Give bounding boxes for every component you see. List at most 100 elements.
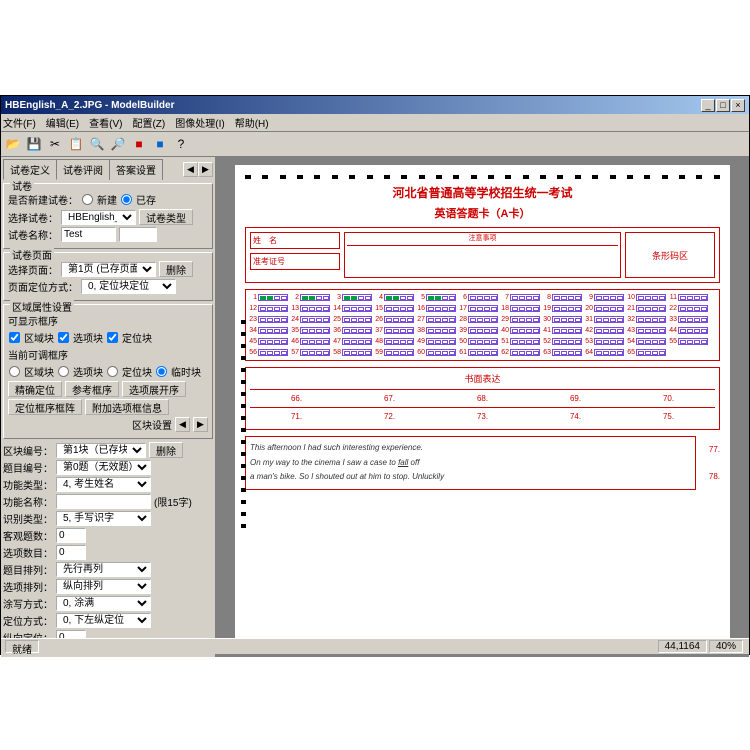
prop-btn-0[interactable]: 删除 [149, 442, 183, 458]
prop-input-5[interactable] [56, 528, 86, 543]
status-ready: 就绪 [5, 640, 39, 653]
status-coord: 44,1164 [658, 640, 707, 653]
group-page-legend: 试卷页面 [10, 247, 54, 262]
barcode-area: 条形码区 [625, 232, 715, 278]
prop-label-4: 识别类型： [3, 511, 53, 526]
select-page-label: 选择页面： [8, 262, 58, 277]
prop-select-9[interactable]: 0, 涂满 [56, 596, 151, 611]
menu-view[interactable]: 查看(V) [89, 115, 122, 130]
radio-exist[interactable] [121, 194, 132, 205]
maximize-button[interactable]: □ [716, 99, 730, 112]
sheet-subtitle: 英语答题卡（A卡） [245, 205, 720, 221]
check-option[interactable] [58, 332, 69, 343]
menu-edit[interactable]: 编辑(E) [46, 115, 79, 130]
zoom-out-icon[interactable]: 🔎 [108, 134, 128, 154]
new-exam-label: 是否新建试卷： [8, 192, 78, 207]
check-locate[interactable] [107, 332, 118, 343]
title-bar: HBEnglish_A_2.JPG - ModelBuilder _ □ × [1, 96, 749, 114]
prop-select-2[interactable]: 4, 考生姓名 [56, 477, 151, 492]
sidebar: 试卷定义 试卷评阅 答案设置 ◀ ▶ 试卷 是否新建试卷： 新建 已存 选择试卷… [1, 157, 216, 657]
prop-label-9: 涂写方式： [3, 596, 53, 611]
close-button[interactable]: × [731, 99, 745, 112]
essay-title: 书面表达 [250, 372, 715, 385]
select-exam[interactable]: HBEnglish_A [61, 210, 136, 225]
prop-label-1: 题目编号： [3, 460, 53, 475]
window-title: HBEnglish_A_2.JPG - ModelBuilder [5, 100, 174, 111]
adj-frame-label: 当前可调框序 [8, 347, 68, 362]
info-area: 姓 名 准考证号 注意事项 条形码区 [245, 227, 720, 283]
prop-label-0: 区块编号： [3, 443, 53, 458]
group-exam-legend: 试卷 [10, 178, 34, 193]
tab-define[interactable]: 试卷定义 [3, 159, 57, 180]
radio-zone[interactable] [9, 366, 20, 377]
show-frame-label: 可显示框序 [8, 313, 58, 328]
help-icon[interactable]: ? [171, 134, 191, 154]
copy-icon[interactable]: 📋 [66, 134, 86, 154]
bubble-section: 1234567891011121314151617181920212223242… [245, 289, 720, 361]
prop-label-7: 题目排列： [3, 562, 53, 577]
prop-select-0[interactable]: 第1块（已存块） [56, 443, 146, 458]
precise-button[interactable]: 精确定位 [8, 381, 62, 397]
prop-select-4[interactable]: 5, 手写识字 [56, 511, 151, 526]
status-zoom: 40% [709, 640, 743, 653]
window-buttons: _ □ × [701, 99, 745, 112]
prop-label-3: 功能名称： [3, 494, 53, 509]
group-zone: 区域属性设置 可显示框序 区域块 选项块 定位块 当前可调框序 区域块 选项块 … [3, 304, 213, 439]
name-field: 姓 名 [250, 232, 340, 249]
radio-option[interactable] [58, 366, 69, 377]
menu-image[interactable]: 图像处理(I) [175, 115, 224, 130]
group-page: 试卷页面 选择页面： 第1页 (已存页面) 删除 页面定位方式： 0, 定位块定… [3, 252, 213, 301]
nav-left-icon[interactable]: ◀ [183, 162, 198, 177]
group-zone-legend: 区域属性设置 [10, 299, 74, 314]
menu-bar: 文件(F) 编辑(E) 查看(V) 配置(Z) 图像处理(I) 帮助(H) [1, 114, 749, 132]
exam-name-label: 试卷名称： [8, 227, 58, 242]
sheet-title: 河北省普通高等学校招生统一考试 [245, 184, 720, 201]
select-page[interactable]: 第1页 (已存页面) [61, 262, 156, 277]
block-left-icon[interactable]: ◀ [175, 417, 190, 432]
prop-input-3[interactable] [56, 494, 151, 509]
delete-page-button[interactable]: 删除 [159, 261, 193, 277]
group-exam: 试卷 是否新建试卷： 新建 已存 选择试卷： HBEnglish_A 试卷类型 … [3, 183, 213, 249]
exam-type-button[interactable]: 试卷类型 [139, 209, 193, 225]
color-icon[interactable]: ■ [129, 134, 149, 154]
cut-icon[interactable]: ✂ [45, 134, 65, 154]
tab-review[interactable]: 试卷评阅 [56, 159, 110, 180]
prop-label-5: 客观题数： [3, 528, 53, 543]
exam-name-input2[interactable] [119, 227, 157, 242]
exam-name-input[interactable] [61, 227, 116, 242]
minimize-button[interactable]: _ [701, 99, 715, 112]
zoom-in-icon[interactable]: 🔍 [87, 134, 107, 154]
page-loc-label: 页面定位方式： [8, 279, 78, 294]
tool-icon[interactable]: ■ [150, 134, 170, 154]
select-exam-label: 选择试卷： [8, 210, 58, 225]
radio-locate[interactable] [107, 366, 118, 377]
prop-label-6: 选项数目： [3, 545, 53, 560]
radio-new[interactable] [82, 194, 93, 205]
menu-help[interactable]: 帮助(H) [235, 115, 269, 130]
save-icon[interactable]: 💾 [24, 134, 44, 154]
status-bar: 就绪 44,1164 40% [1, 638, 749, 654]
prop-label-2: 功能类型： [3, 477, 53, 492]
toolbar: 📂 💾 ✂ 📋 🔍 🔎 ■ ■ ? [1, 132, 749, 157]
menu-file[interactable]: 文件(F) [3, 115, 36, 130]
prop-select-7[interactable]: 先行再列 [56, 562, 151, 577]
tab-answer[interactable]: 答案设置 [109, 159, 163, 180]
prop-select-10[interactable]: 0, 下左纵定位 [56, 613, 151, 628]
prop-select-1[interactable]: 第0题（无效题） [56, 460, 151, 475]
check-zone[interactable] [9, 332, 20, 343]
nav-right-icon[interactable]: ▶ [198, 162, 213, 177]
id-field: 准考证号 [250, 253, 340, 270]
menu-config[interactable]: 配置(Z) [132, 115, 165, 130]
answer-sheet: 河北省普通高等学校招生统一考试 英语答题卡（A卡） 姓 名 准考证号 注意事项 … [235, 165, 730, 645]
ref-frame-button[interactable]: 参考框序 [65, 381, 119, 397]
prop-input-6[interactable] [56, 545, 86, 560]
preview-pane[interactable]: 河北省普通高等学校招生统一考试 英语答题卡（A卡） 姓 名 准考证号 注意事项 … [216, 157, 749, 657]
block-right-icon[interactable]: ▶ [193, 417, 208, 432]
prop-select-8[interactable]: 纵向排列 [56, 579, 151, 594]
expand-button[interactable]: 选项展开序 [122, 381, 186, 397]
open-icon[interactable]: 📂 [3, 134, 23, 154]
extra-option-button[interactable]: 附加选项框信息 [85, 399, 169, 415]
select-page-loc[interactable]: 0, 定位块定位 [81, 279, 176, 294]
locate-array-button[interactable]: 定位框序框阵 [8, 399, 82, 415]
radio-temp[interactable] [156, 366, 167, 377]
